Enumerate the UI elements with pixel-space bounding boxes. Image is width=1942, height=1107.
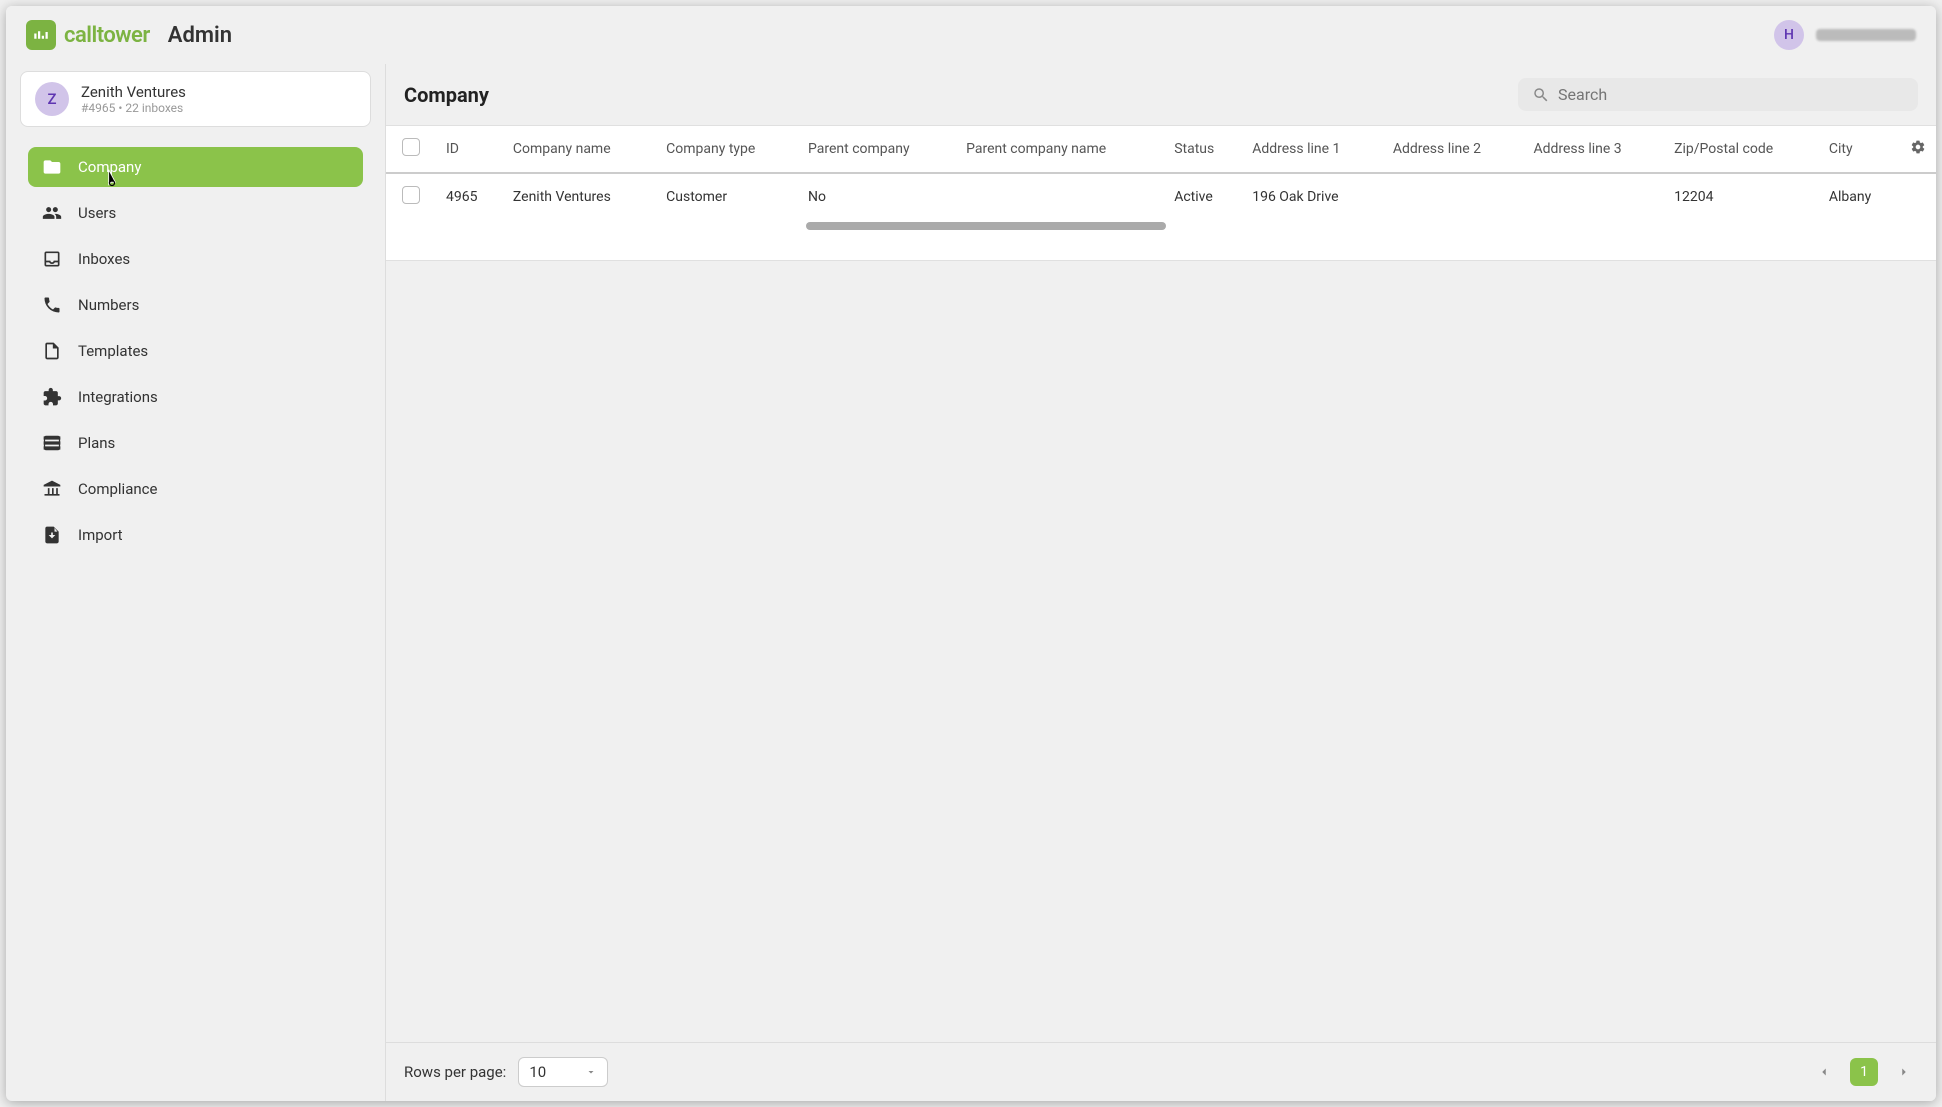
col-company-type[interactable]: Company type (656, 126, 798, 173)
cell-city: Albany (1819, 173, 1900, 220)
col-city[interactable]: City (1819, 126, 1900, 173)
col-address3[interactable]: Address line 3 (1523, 126, 1664, 173)
sidebar-item-plans[interactable]: Plans (28, 423, 363, 463)
section-label: Admin (168, 23, 232, 48)
rows-per-page-select[interactable]: 10 (518, 1057, 608, 1087)
sidebar-item-label: Inboxes (78, 250, 130, 268)
cell-parent-company: No (798, 173, 956, 220)
brand-name: calltower (64, 23, 150, 48)
sidebar-item-integrations[interactable]: Integrations (28, 377, 363, 417)
sidebar: Z Zenith Ventures #4965 • 22 inboxes Com… (6, 64, 385, 1101)
phone-icon (42, 295, 62, 315)
company-meta: #4965 • 22 inboxes (81, 101, 186, 115)
search-box[interactable] (1518, 78, 1918, 111)
brand-logo[interactable]: calltower (26, 20, 150, 50)
col-address1[interactable]: Address line 1 (1242, 126, 1383, 173)
sidebar-item-label: Plans (78, 434, 115, 452)
import-icon (42, 525, 62, 545)
prev-page-button[interactable] (1810, 1058, 1838, 1086)
sidebar-item-compliance[interactable]: Compliance (28, 469, 363, 509)
horizontal-scrollbar[interactable] (806, 222, 1166, 230)
sidebar-item-label: Templates (78, 342, 148, 360)
logo-icon (26, 20, 56, 50)
sidebar-nav: Company Users Inboxes Numbers Templates (20, 141, 371, 561)
search-input[interactable] (1558, 85, 1904, 104)
col-id[interactable]: ID (436, 126, 503, 173)
cell-company-name: Zenith Ventures (503, 173, 656, 220)
page-header: Company (386, 64, 1936, 125)
file-icon (42, 341, 62, 361)
col-status[interactable]: Status (1164, 126, 1242, 173)
company-table: ID Company name Company type Parent comp… (386, 125, 1936, 261)
sidebar-item-label: Numbers (78, 296, 139, 314)
inbox-icon (42, 249, 62, 269)
sidebar-item-import[interactable]: Import (28, 515, 363, 555)
company-card[interactable]: Z Zenith Ventures #4965 • 22 inboxes (20, 71, 371, 127)
cell-parent-company-name (956, 173, 1164, 220)
sidebar-item-label: Company (78, 158, 141, 176)
rows-per-page-value: 10 (529, 1063, 546, 1081)
table-settings-button[interactable] (1900, 126, 1936, 173)
company-name: Zenith Ventures (81, 83, 186, 101)
chevron-down-icon (585, 1066, 597, 1078)
sidebar-item-label: Compliance (78, 480, 157, 498)
select-all-checkbox[interactable] (402, 138, 420, 156)
list-icon (42, 433, 62, 453)
col-parent-company-name[interactable]: Parent company name (956, 126, 1164, 173)
cell-address2 (1383, 173, 1524, 220)
row-checkbox[interactable] (402, 186, 420, 204)
bank-icon (42, 479, 62, 499)
sidebar-item-company[interactable]: Company (28, 147, 363, 187)
cell-status: Active (1164, 173, 1242, 220)
folder-icon (42, 157, 62, 177)
table-footer: Rows per page: 10 1 (386, 1042, 1936, 1101)
sidebar-item-users[interactable]: Users (28, 193, 363, 233)
top-header: calltower Admin H (6, 6, 1936, 64)
search-icon (1532, 86, 1550, 104)
page-number-current[interactable]: 1 (1850, 1058, 1878, 1086)
rows-per-page-label: Rows per page: (404, 1063, 506, 1081)
user-avatar[interactable]: H (1774, 20, 1804, 50)
sidebar-item-inboxes[interactable]: Inboxes (28, 239, 363, 279)
user-name-redacted (1816, 29, 1916, 41)
pagination: 1 (1810, 1058, 1918, 1086)
company-avatar: Z (35, 82, 69, 116)
col-parent-company[interactable]: Parent company (798, 126, 956, 173)
cell-company-type: Customer (656, 173, 798, 220)
table-row[interactable]: 4965 Zenith Ventures Customer No Active … (386, 173, 1936, 220)
main-content: Company ID Company name Company type (385, 64, 1936, 1101)
page-title: Company (404, 83, 489, 107)
sidebar-item-label: Import (78, 526, 123, 544)
sidebar-item-templates[interactable]: Templates (28, 331, 363, 371)
sidebar-item-numbers[interactable]: Numbers (28, 285, 363, 325)
users-icon (42, 203, 62, 223)
cell-zip: 12204 (1664, 173, 1819, 220)
extension-icon (42, 387, 62, 407)
col-company-name[interactable]: Company name (503, 126, 656, 173)
col-zip[interactable]: Zip/Postal code (1664, 126, 1819, 173)
cell-id: 4965 (436, 173, 503, 220)
cell-address3 (1523, 173, 1664, 220)
next-page-button[interactable] (1890, 1058, 1918, 1086)
col-address2[interactable]: Address line 2 (1383, 126, 1524, 173)
cell-address1: 196 Oak Drive (1242, 173, 1383, 220)
sidebar-item-label: Integrations (78, 388, 158, 406)
sidebar-item-label: Users (78, 204, 116, 222)
